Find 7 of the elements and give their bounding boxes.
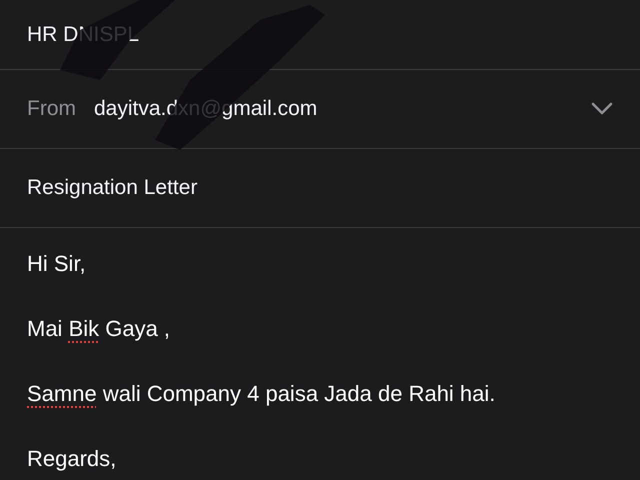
- subject-field[interactable]: Resignation Letter: [27, 176, 613, 200]
- body-text: Hi Sir,: [27, 250, 87, 278]
- body-text: Regards,: [27, 445, 118, 473]
- from-label: From: [27, 97, 76, 121]
- chevron-icon[interactable]: [591, 102, 613, 116]
- body-text: Samne wali Company 4 paisa Jada de Rahi hai.: [27, 380, 496, 408]
- body-text: Mai Bik Gaya ,: [27, 315, 172, 343]
